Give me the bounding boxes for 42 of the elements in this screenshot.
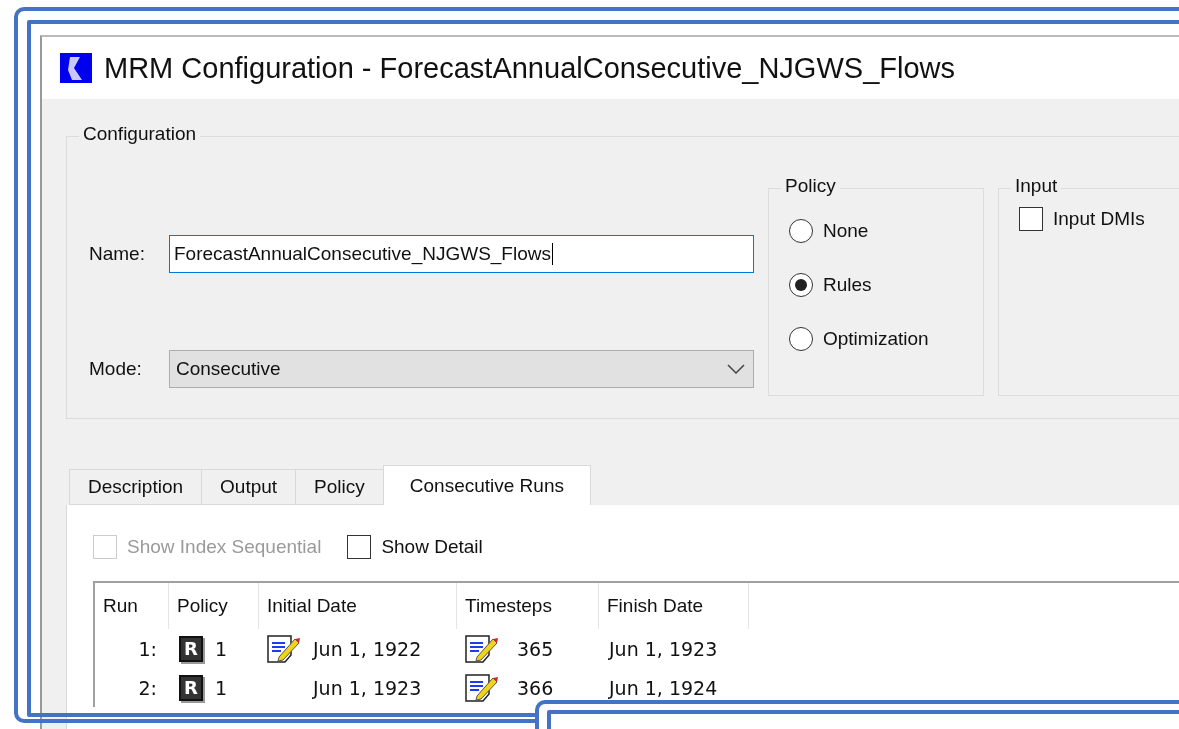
app-logo-icon <box>60 53 92 83</box>
field-label: Mode: <box>89 357 143 380</box>
radio-label: Rules <box>823 274 872 296</box>
table-cell: 1 <box>215 676 228 699</box>
field-label: Name: <box>89 243 146 266</box>
policy-badge[interactable]: R <box>179 674 203 701</box>
run-number: 1: <box>138 637 157 660</box>
column-header[interactable]: Run <box>95 583 169 629</box>
radio-button[interactable] <box>789 219 813 243</box>
checkbox-label: Show Index Sequential <box>127 536 322 558</box>
tab[interactable]: Policy <box>295 469 384 505</box>
table-cell: 366 <box>517 676 554 699</box>
table-cell: 365 <box>517 637 554 660</box>
checkbox[interactable] <box>1019 207 1043 231</box>
edit-note-icon[interactable] <box>465 673 499 702</box>
run-number: 2: <box>138 676 157 699</box>
tab[interactable]: Consecutive Runs <box>382 465 591 505</box>
column-header[interactable]: Timesteps <box>457 583 599 629</box>
tab[interactable]: Output <box>201 469 297 505</box>
edit-note-icon[interactable] <box>267 634 301 663</box>
policy-badge[interactable]: R <box>179 635 203 662</box>
checkbox-label: Input DMIs <box>1053 208 1145 230</box>
column-header[interactable]: Policy <box>169 583 259 629</box>
mode-dropdown[interactable]: Consecutive <box>169 349 754 388</box>
table-cell: Jun 1, 1923 <box>609 637 718 660</box>
table-cell: 1 <box>215 637 228 660</box>
window-title: MRM Configuration - ForecastAnnualConsecutive_NJGWS_Flows <box>104 51 955 85</box>
radio-button[interactable] <box>789 273 813 297</box>
table-cell: Jun 1, 1924 <box>609 676 718 699</box>
checkbox-label: Show Detail <box>381 536 483 558</box>
checkbox[interactable] <box>347 535 372 559</box>
edit-note-icon[interactable] <box>465 634 499 663</box>
chevron-down-icon <box>727 363 745 374</box>
table-cell: Jun 1, 1923 <box>313 676 422 699</box>
column-header[interactable]: Finish Date <box>599 583 749 629</box>
tab[interactable]: Description <box>69 469 203 505</box>
radio-label: Optimization <box>823 328 929 350</box>
column-header[interactable]: Initial Date <box>259 583 457 629</box>
radio-label: None <box>823 220 869 242</box>
table-cell: Jun 1, 1922 <box>313 637 422 660</box>
name-field[interactable]: ForecastAnnualConsecutive_NJGWS_Flows <box>169 235 754 274</box>
radio-button[interactable] <box>789 327 813 351</box>
